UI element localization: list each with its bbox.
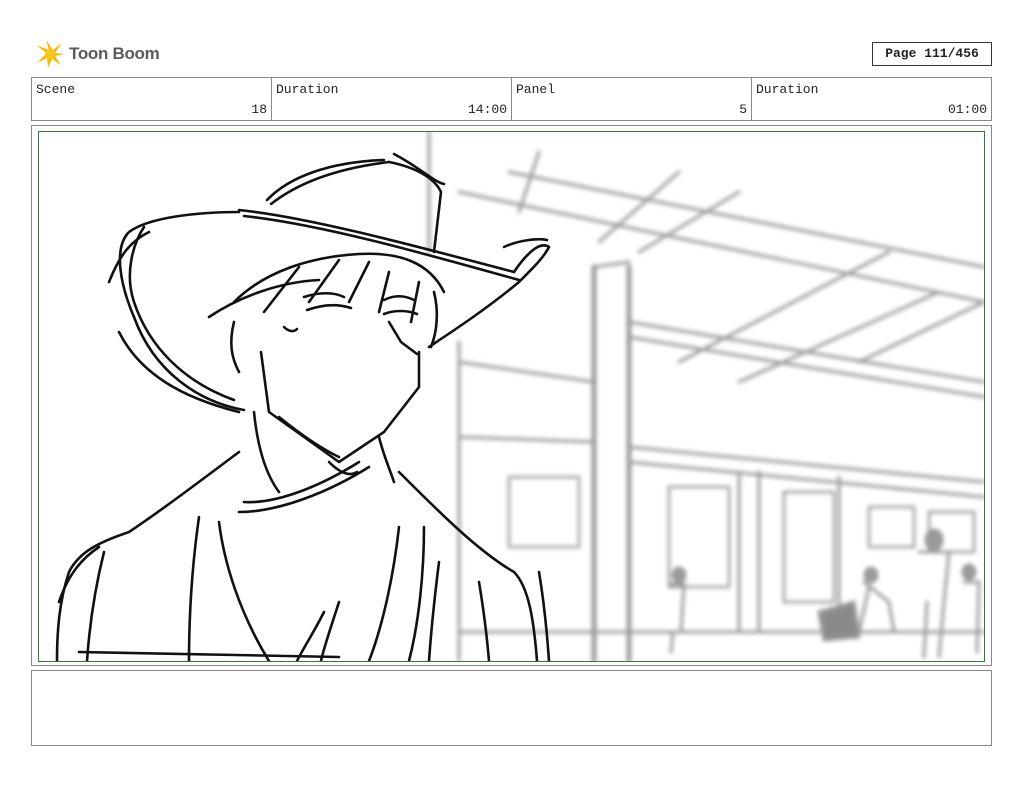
toon-boom-logo: Toon Boom [34, 38, 160, 70]
scene-value: 18 [251, 102, 267, 117]
panel-frame [38, 131, 985, 662]
scene-cell: Scene 18 [32, 78, 272, 120]
storyboard-sketch [55, 132, 984, 661]
page-number: Page 111/456 [872, 42, 992, 66]
scene-label: Scene [36, 82, 76, 97]
panel-duration-cell: Duration 01:00 [752, 78, 991, 120]
panel-value: 5 [739, 102, 747, 117]
scene-duration-value: 14:00 [467, 102, 507, 117]
info-row: Scene 18 Duration 14:00 Panel 5 Duration… [31, 77, 992, 121]
brand-name: Toon Boom [69, 44, 160, 63]
panel-label: Panel [516, 82, 556, 97]
caption-box [31, 670, 992, 746]
panel-duration-value: 01:00 [947, 102, 987, 117]
scene-duration-cell: Duration 14:00 [272, 78, 512, 120]
scene-duration-label: Duration [276, 82, 339, 97]
character-sketch [55, 152, 551, 661]
panel-cell: Panel 5 [512, 78, 752, 120]
panel-duration-label: Duration [756, 82, 819, 97]
background-sketch [427, 132, 984, 661]
storyboard-panel [31, 125, 992, 666]
star-burst-icon [36, 40, 65, 68]
